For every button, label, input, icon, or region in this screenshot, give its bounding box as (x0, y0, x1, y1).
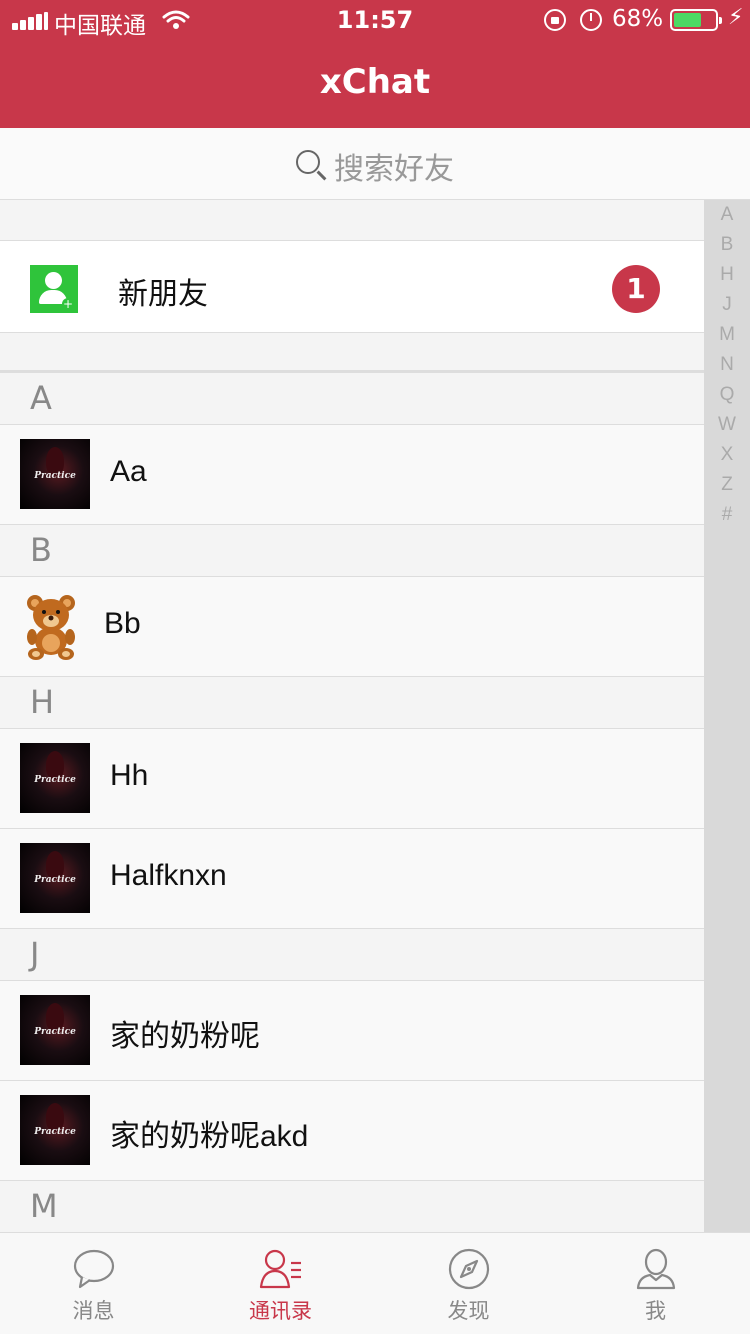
header: 中国联通 11:57 68% ⚡ xChat (0, 0, 750, 128)
avatar-text: Practice (34, 471, 76, 481)
alphabet-index[interactable]: A B H J M N Q W X Z # (704, 200, 750, 1232)
contact-row[interactable]: Practice 家的奶粉呢 (0, 981, 704, 1081)
contacts-icon (259, 1249, 301, 1289)
index-letter[interactable]: Q (704, 380, 750, 410)
avatar: Practice (20, 843, 90, 913)
tab-label: 发现 (447, 1299, 490, 1323)
contact-row[interactable]: Practice 家的奶粉呢akd (0, 1081, 704, 1181)
index-letter[interactable]: A (704, 200, 750, 230)
search-icon (296, 150, 320, 174)
teddy-bear-avatar (27, 595, 75, 660)
contact-name: 家的奶粉呢 (110, 1020, 260, 1053)
index-letter[interactable]: H (704, 260, 750, 290)
tab-contacts[interactable]: 通讯录 (187, 1233, 374, 1334)
notification-badge: 1 (612, 265, 660, 313)
index-letter[interactable]: M (704, 320, 750, 350)
battery-fill (674, 13, 702, 27)
avatar: Practice (20, 995, 90, 1065)
search-bar[interactable]: 搜索好友 (0, 128, 750, 200)
index-letter[interactable]: Z (704, 470, 750, 500)
tab-me[interactable]: 我 (562, 1233, 749, 1334)
new-friends-row[interactable]: + 新朋友 1 (0, 241, 704, 333)
contact-name: Bb (104, 607, 141, 640)
page-title: xChat (319, 62, 431, 102)
person-icon (636, 1248, 676, 1290)
index-letter[interactable]: X (704, 440, 750, 470)
new-friends-label: 新朋友 (118, 277, 208, 312)
tab-label: 通讯录 (249, 1299, 312, 1323)
index-letter[interactable]: # (704, 500, 750, 530)
section-letter: J (30, 935, 40, 973)
tab-bar: 消息 通讯录 发现 我 (0, 1232, 750, 1334)
avatar: Practice (20, 743, 90, 813)
contact-row[interactable]: Bb (0, 577, 704, 677)
avatar-text: Practice (34, 1027, 76, 1037)
tab-label: 消息 (72, 1299, 115, 1323)
index-letter[interactable]: B (704, 230, 750, 260)
contact-list[interactable]: + 新朋友 1 A Practice Aa B Bb H Practice Hh… (0, 200, 704, 1232)
index-letter[interactable]: N (704, 350, 750, 380)
section-header-b: B (0, 525, 704, 577)
section-header-a: A (0, 373, 704, 425)
avatar: Practice (20, 1095, 90, 1165)
section-header-h: H (0, 677, 704, 729)
contact-name: Aa (110, 455, 147, 488)
contact-row[interactable]: Practice Hh (0, 729, 704, 829)
section-letter: M (30, 1187, 58, 1225)
tab-messages[interactable]: 消息 (0, 1233, 187, 1334)
section-letter: A (30, 379, 52, 417)
chat-bubble-icon (73, 1249, 115, 1289)
avatar-text: Practice (34, 875, 76, 885)
status-bar: 中国联通 11:57 68% ⚡ (0, 0, 750, 40)
battery-icon (670, 9, 722, 31)
contact-name: Halfknxn (110, 859, 227, 892)
avatar-text: Practice (34, 775, 76, 785)
compass-icon (448, 1248, 490, 1290)
tab-discover[interactable]: 发现 (375, 1233, 562, 1334)
index-letter[interactable]: W (704, 410, 750, 440)
charging-icon: ⚡ (728, 5, 744, 30)
alarm-icon (580, 9, 602, 31)
section-letter: B (30, 531, 52, 569)
avatar-text: Practice (34, 1127, 76, 1137)
rotation-lock-icon (544, 9, 566, 31)
index-letter[interactable]: J (704, 290, 750, 320)
search-input[interactable]: 搜索好友 (334, 152, 454, 187)
contact-name: Hh (110, 759, 149, 792)
avatar: Practice (20, 439, 90, 509)
divider (0, 200, 704, 241)
battery-percent: 68% (612, 6, 664, 32)
contact-row[interactable]: Practice Halfknxn (0, 829, 704, 929)
section-header-j: J (0, 929, 704, 981)
section-letter: H (30, 683, 55, 721)
contact-name: 家的奶粉呢akd (110, 1120, 309, 1153)
tab-label: 我 (645, 1299, 666, 1323)
divider (0, 333, 704, 373)
section-header-m: M (0, 1181, 704, 1232)
contact-row[interactable]: Practice Aa (0, 425, 704, 525)
add-friend-icon: + (30, 265, 78, 313)
